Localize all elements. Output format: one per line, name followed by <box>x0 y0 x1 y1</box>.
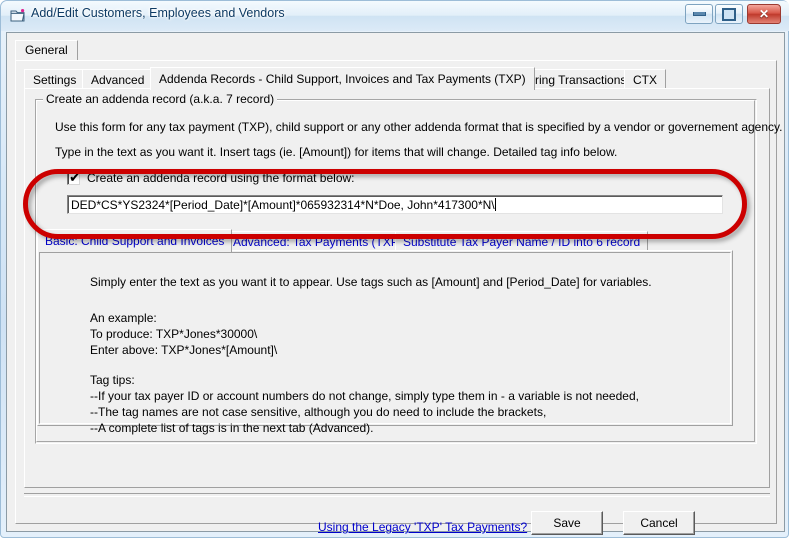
tab-addenda-records-label: Addenda Records - Child Support, Invoice… <box>159 72 526 86</box>
footer-separator <box>24 493 770 497</box>
tab-addenda-records[interactable]: Addenda Records - Child Support, Invoice… <box>150 67 535 90</box>
help-tip-3: --A complete list of tags is in the next… <box>90 421 374 435</box>
tab-ctx[interactable]: CTX <box>624 69 666 89</box>
customers-window-icon <box>10 8 26 23</box>
dialog-client-area: General Settings Advanced Addenda Record… <box>6 32 785 535</box>
tab-advanced[interactable]: Advanced <box>82 69 154 89</box>
groupbox-title: Create an addenda record (a.k.a. 7 recor… <box>43 92 278 106</box>
subtab-basic-child-support-label: Basic: Child Support and Invoices <box>45 234 225 248</box>
help-subtabstrip: Basic: Child Support and Invoices Advanc… <box>37 229 737 252</box>
help-tip-2: --The tag names are not case sensitive, … <box>90 405 547 419</box>
create-addenda-checkbox[interactable]: ✔ <box>67 170 81 186</box>
maximize-icon <box>716 5 742 23</box>
close-icon: ✕ <box>758 7 770 21</box>
help-tips-heading: Tag tips: <box>90 373 135 387</box>
tab-general[interactable]: General <box>15 40 78 61</box>
cancel-button-label: Cancel <box>640 516 678 530</box>
inner-tabstrip: Settings Advanced Addenda Records - Chil… <box>24 67 770 90</box>
groupbox-description-line-2: Type in the text as you want it. Insert … <box>55 145 618 159</box>
help-panel: Simply enter the text as you want it to … <box>37 250 733 435</box>
close-button[interactable]: ✕ <box>747 4 781 24</box>
text-caret <box>494 198 496 211</box>
maximize-button[interactable] <box>715 4 743 24</box>
tab-settings[interactable]: Settings <box>24 69 86 89</box>
addenda-format-input-value: DED*CS*YS2324*[Period_Date]*[Amount]*065… <box>71 198 495 212</box>
minimize-icon <box>686 5 712 23</box>
checkmark-icon: ✔ <box>69 170 81 186</box>
subtab-basic-child-support[interactable]: Basic: Child Support and Invoices <box>37 229 233 252</box>
help-example-enter: Enter above: TXP*Jones*[Amount]\ <box>90 343 278 357</box>
subtab-substitute-taxpayer-label: Substitute Tax Payer Name / ID into 6 re… <box>403 235 641 249</box>
tab-settings-label: Settings <box>33 73 77 87</box>
minimize-button[interactable] <box>685 4 713 24</box>
help-example-heading: An example: <box>90 311 157 325</box>
titlebar: Add/Edit Customers, Employees and Vendor… <box>1 1 789 30</box>
outer-tabstrip: General <box>15 40 777 61</box>
application-window: Add/Edit Customers, Employees and Vendor… <box>0 0 789 538</box>
create-addenda-checkbox-label: Create an addenda record using the forma… <box>87 171 355 185</box>
legacy-txp-link[interactable]: Using the Legacy 'TXP' Tax Payments? <box>318 520 527 534</box>
tab-advanced-label: Advanced <box>91 73 145 87</box>
tab-ctx-label: CTX <box>633 73 657 87</box>
subtab-substitute-taxpayer[interactable]: Substitute Tax Payer Name / ID into 6 re… <box>395 231 649 251</box>
window-title: Add/Edit Customers, Employees and Vendor… <box>31 6 285 20</box>
addenda-format-input[interactable]: DED*CS*YS2324*[Period_Date]*[Amount]*065… <box>67 195 723 214</box>
save-button[interactable]: Save <box>531 511 603 535</box>
help-intro: Simply enter the text as you want it to … <box>90 275 652 289</box>
outer-tab-panel: Settings Advanced Addenda Records - Chil… <box>15 60 782 524</box>
subtab-advanced-tax-payments-label: Advanced: Tax Payments (TXP) <box>233 235 403 249</box>
groupbox-description-line-1: Use this form for any tax payment (TXP),… <box>55 120 783 134</box>
subtab-advanced-tax-payments[interactable]: Advanced: Tax Payments (TXP) <box>225 231 411 251</box>
addenda-records-panel: Create an addenda record (a.k.a. 7 recor… <box>24 88 782 488</box>
help-example-produce: To produce: TXP*Jones*30000\ <box>90 327 258 341</box>
help-tip-1: --If your tax payer ID or account number… <box>90 389 639 403</box>
save-button-label: Save <box>553 516 581 530</box>
cancel-button[interactable]: Cancel <box>623 511 695 535</box>
tab-general-label: General <box>25 43 68 57</box>
